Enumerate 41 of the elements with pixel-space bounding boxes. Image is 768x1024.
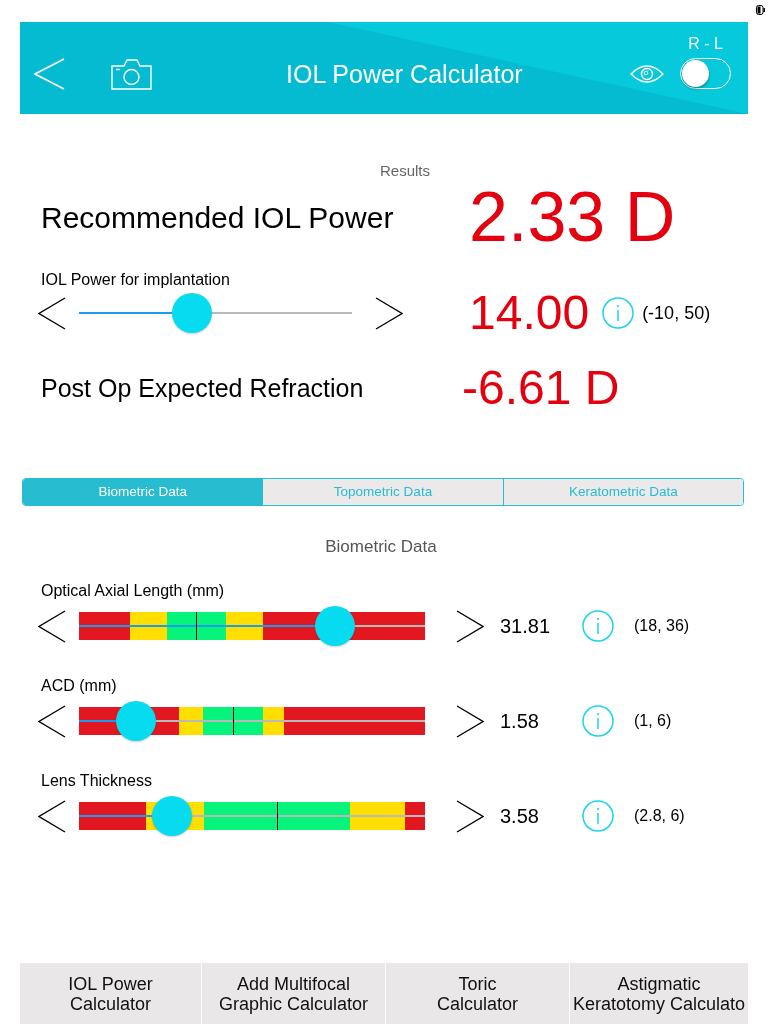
slider-thumb[interactable] [152, 796, 193, 836]
chevron-left-icon[interactable] [38, 609, 66, 643]
result-value: 2.33 D [469, 180, 676, 255]
chevron-left-icon[interactable] [38, 296, 66, 330]
slider-track[interactable] [79, 606, 425, 646]
section-heading: Results [380, 162, 430, 180]
range-text: (-10, 50) [642, 302, 711, 324]
range-text: (1, 6) [634, 711, 672, 731]
slider-track[interactable] [79, 701, 425, 741]
field-label: ACD (mm) [41, 676, 117, 695]
value-text: 31.81 [500, 614, 551, 638]
slider-thumb[interactable] [314, 606, 355, 646]
field-label: IOL Power for implantation [41, 270, 230, 289]
result-label: Post Op Expected Refraction [41, 373, 364, 403]
slider-track[interactable] [79, 796, 425, 836]
slider-track[interactable] [79, 293, 352, 333]
chevron-right-icon[interactable] [456, 609, 484, 643]
nav-button[interactable]: IOL Power Calculator [20, 963, 201, 1024]
battery-icon [756, 5, 765, 15]
chevron-right-icon[interactable] [456, 704, 484, 738]
slider-thumb[interactable] [115, 701, 156, 741]
section-heading: Biometric Data [325, 537, 437, 557]
field-label: Optical Axial Length (mm) [41, 581, 225, 600]
toggle-label: R - L [688, 35, 723, 53]
value-text: 3.58 [500, 804, 539, 828]
chevron-left-icon[interactable] [38, 704, 66, 738]
result-label: Recommended IOL Power [41, 199, 394, 236]
slider-thumb[interactable] [172, 293, 213, 333]
nav-button[interactable]: Astigmatic Keratotomy Calculato [570, 963, 748, 1024]
chevron-left-icon[interactable] [38, 799, 66, 833]
chevron-right-icon[interactable] [456, 799, 484, 833]
nav-button[interactable]: Add Multifocal Graphic Calculator [202, 963, 385, 1024]
nav-button[interactable]: Toric Calculator [386, 963, 569, 1024]
chevron-right-icon[interactable] [375, 296, 403, 330]
range-text: (2.8, 6) [634, 806, 685, 826]
field-label: Lens Thickness [41, 771, 152, 790]
window-title: IOL Power Calculator [286, 59, 523, 89]
value-text: 1.58 [500, 709, 539, 733]
result-value: -6.61 D [462, 360, 620, 416]
range-text: (18, 36) [634, 616, 690, 636]
result-value: 14.00 [469, 289, 590, 337]
